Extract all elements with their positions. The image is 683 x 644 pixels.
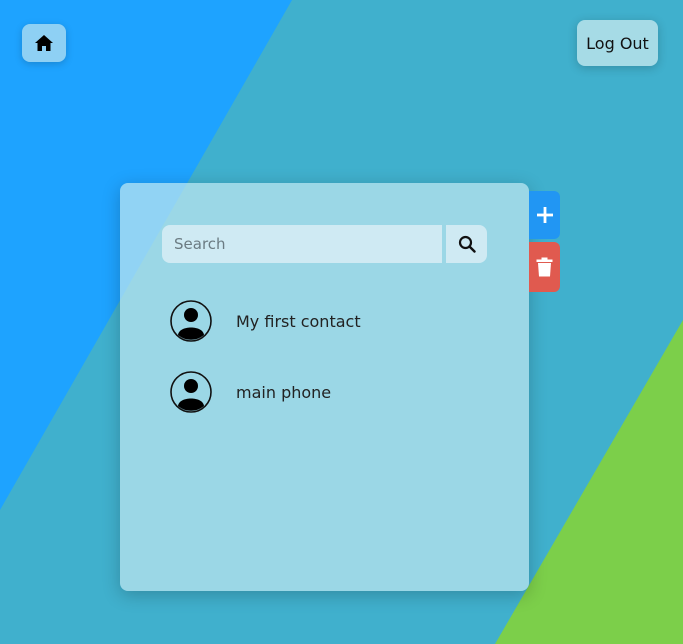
contacts-panel: My first contact main phone bbox=[120, 183, 529, 591]
contact-item[interactable]: My first contact bbox=[170, 299, 490, 343]
logout-button[interactable]: Log Out bbox=[577, 20, 658, 66]
search-bar bbox=[162, 225, 487, 263]
home-icon bbox=[35, 35, 53, 51]
plus-icon bbox=[536, 207, 553, 223]
add-contact-button[interactable] bbox=[529, 191, 560, 239]
search-icon bbox=[458, 235, 476, 253]
home-button[interactable] bbox=[22, 24, 66, 62]
person-icon bbox=[170, 300, 212, 342]
search-button[interactable] bbox=[446, 225, 487, 263]
delete-contact-button[interactable] bbox=[529, 242, 560, 292]
person-icon bbox=[170, 371, 212, 413]
contact-name: My first contact bbox=[236, 311, 361, 331]
contact-item[interactable]: main phone bbox=[170, 370, 490, 414]
trash-icon bbox=[536, 257, 553, 277]
contact-name: main phone bbox=[236, 382, 332, 402]
search-input[interactable] bbox=[162, 225, 442, 263]
